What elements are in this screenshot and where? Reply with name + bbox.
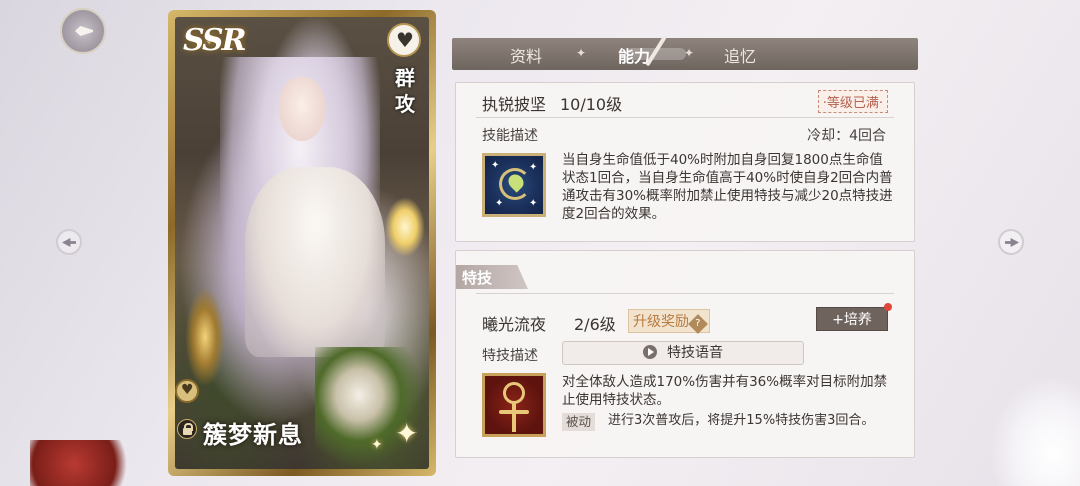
rarity-badge: SSR xyxy=(183,23,247,58)
tab-separator-icon: ✦ xyxy=(684,46,695,60)
sparkle-icon: ✦ xyxy=(371,437,383,453)
next-arrow-icon[interactable] xyxy=(998,229,1024,255)
character-artwork: ✦ ✦ ✦ SSR 群攻 簇梦新息 xyxy=(175,17,429,469)
heartbeat-icon[interactable] xyxy=(387,23,421,57)
max-level-badge: ·等级已满· xyxy=(817,90,888,113)
tab-memories[interactable]: 追忆 xyxy=(724,43,756,67)
previous-arrow-icon[interactable] xyxy=(56,229,82,255)
favorite-heart-icon[interactable] xyxy=(175,379,199,403)
notification-dot xyxy=(884,303,892,311)
play-icon xyxy=(643,345,657,359)
rose-decoration xyxy=(30,440,140,486)
sparkle-icon: ✦ xyxy=(395,417,419,450)
info-icon: ? xyxy=(688,314,708,334)
lock-icon[interactable] xyxy=(177,419,197,439)
divider xyxy=(476,117,894,118)
skill-name: 执锐披坚 xyxy=(482,95,547,114)
character-card: ✦ ✦ ✦ SSR 群攻 簇梦新息 xyxy=(168,10,436,476)
technique-emblem-icon[interactable] xyxy=(482,373,546,437)
tab-separator-icon: ✦ xyxy=(576,46,587,60)
upgrade-reward-label: 升级奖励 xyxy=(633,314,689,330)
passive-description: 进行3次普攻后，将提升15%特技伤害3回合。 xyxy=(608,413,875,428)
technique-panel: 特技 曦光流夜 2/6级 升级奖励? +培养 特技描述 特技语音 对全体敌人造成… xyxy=(455,250,915,458)
tab-profile[interactable]: 资料 xyxy=(510,43,542,67)
upgrade-reward-button[interactable]: 升级奖励? xyxy=(628,309,710,334)
voice-label: 特技语音 xyxy=(667,345,723,361)
cultivate-button[interactable]: +培养 xyxy=(816,307,888,331)
back-emblem-icon[interactable] xyxy=(60,8,106,54)
skill-panel: 执锐披坚 10/10级 ·等级已满· 技能描述 冷却：4回合 ✦ ✦ ✦ ✦ 当… xyxy=(455,82,915,242)
skill-level: 10/10级 xyxy=(560,95,623,114)
cultivate-label: 培养 xyxy=(843,312,872,328)
plus-icon: + xyxy=(832,312,844,328)
technique-header-label: 特技 xyxy=(462,269,493,287)
divider xyxy=(476,293,894,294)
role-tag: 群攻 xyxy=(395,66,415,116)
technique-level: 2/6级 xyxy=(574,315,616,334)
card-name: 簇梦新息 xyxy=(203,421,303,449)
skill-desc-label: 技能描述 xyxy=(482,128,538,144)
skill-moon-icon[interactable]: ✦ ✦ ✦ ✦ xyxy=(482,153,546,217)
skill-description: 当自身生命值低于40%时附加自身回复1800点生命值状态1回合，当自身生命值高于… xyxy=(562,152,893,222)
technique-name: 曦光流夜 xyxy=(482,315,547,334)
technique-description: 对全体敌人造成170%伤害并有36%概率对目标附加禁止使用特技状态。 xyxy=(562,374,888,408)
cooldown-text: 冷却：4回合 xyxy=(807,128,886,144)
feather-decoration xyxy=(990,376,1080,486)
passive-tag: 被动 xyxy=(562,413,596,431)
technique-desc-label: 特技描述 xyxy=(482,348,538,364)
technique-voice-button[interactable]: 特技语音 xyxy=(562,341,804,365)
tab-bar: 资料 ✦ 能力 ✦ 追忆 xyxy=(452,38,918,70)
